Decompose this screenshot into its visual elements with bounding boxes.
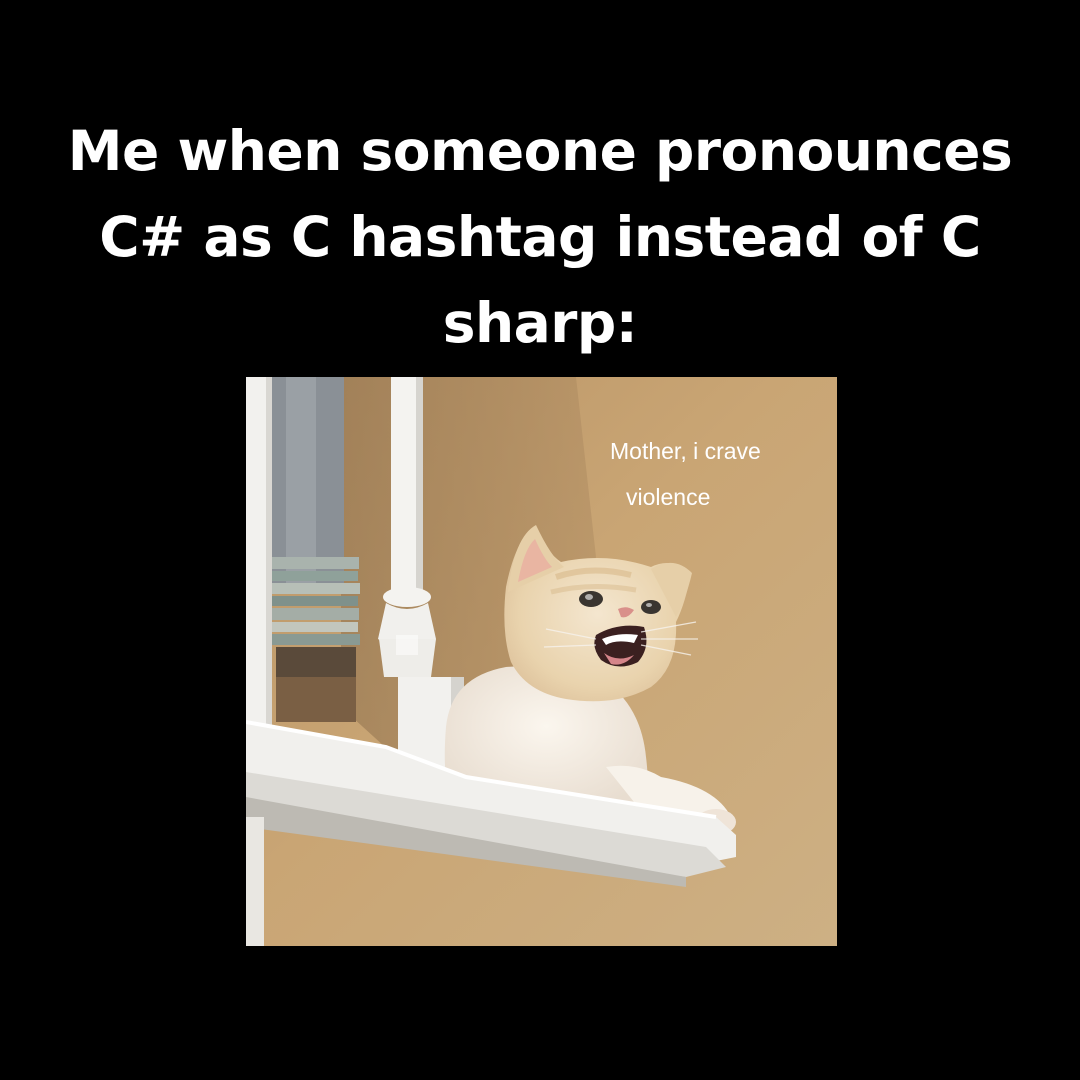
- caption-line-2: C# as C hashtag instead of C: [99, 205, 981, 269]
- kitten-photo-illustration: Mother, i crave violence: [246, 377, 837, 946]
- overlay-text-line-1: Mother, i crave: [610, 438, 761, 464]
- caption-line-3: sharp:: [442, 291, 638, 355]
- overlay-text-line-2: violence: [626, 484, 710, 510]
- meme-caption: Me when someone pronounces C# as C hashta…: [60, 108, 1020, 366]
- meme-canvas: Me when someone pronounces C# as C hashta…: [0, 0, 1080, 1080]
- caption-line-1: Me when someone pronounces: [67, 119, 1013, 183]
- meme-photo: Mother, i crave violence: [246, 377, 837, 946]
